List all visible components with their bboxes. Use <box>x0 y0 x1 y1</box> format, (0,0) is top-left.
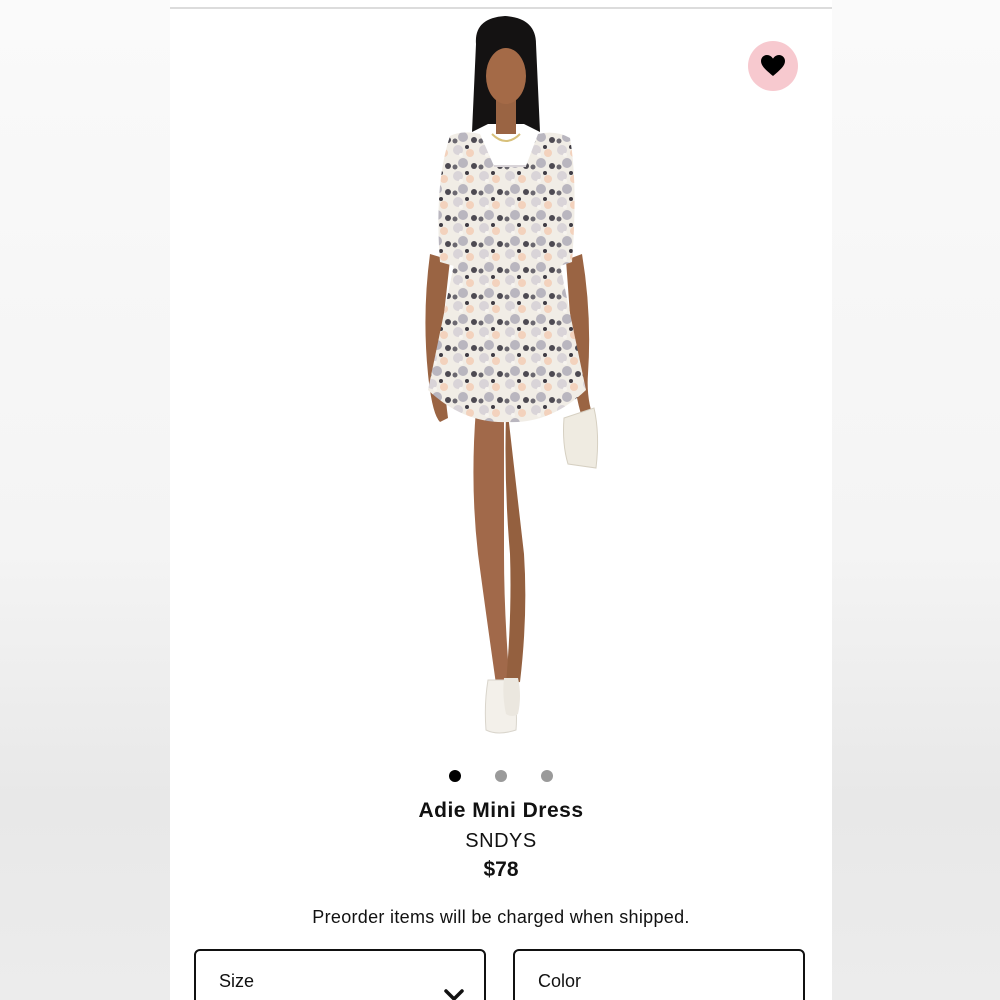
product-brand[interactable]: SNDYS <box>170 830 832 853</box>
chevron-down-icon <box>444 989 464 1000</box>
preorder-notice: Preorder items will be charged when ship… <box>312 907 690 927</box>
heart-icon <box>761 55 785 76</box>
background-left <box>0 0 170 1000</box>
color-select[interactable]: Color <box>513 949 805 1000</box>
wishlist-button[interactable] <box>748 41 798 91</box>
color-select-label: Color <box>538 971 582 991</box>
background-right <box>832 0 1000 1000</box>
product-title: Adie Mini Dress <box>418 799 584 822</box>
size-select[interactable]: Size <box>194 949 486 1000</box>
product-page: Adie Mini Dress SNDYS $78 Preorder items… <box>170 0 832 1000</box>
gallery-dots <box>170 770 832 784</box>
gallery-dot-2[interactable] <box>495 770 507 782</box>
gallery-dot-1[interactable] <box>449 770 461 782</box>
size-select-label: Size <box>219 971 255 991</box>
gallery-dot-3[interactable] <box>541 770 553 782</box>
product-image[interactable] <box>400 14 610 754</box>
product-price: $78 <box>483 858 519 881</box>
top-divider <box>170 7 832 9</box>
